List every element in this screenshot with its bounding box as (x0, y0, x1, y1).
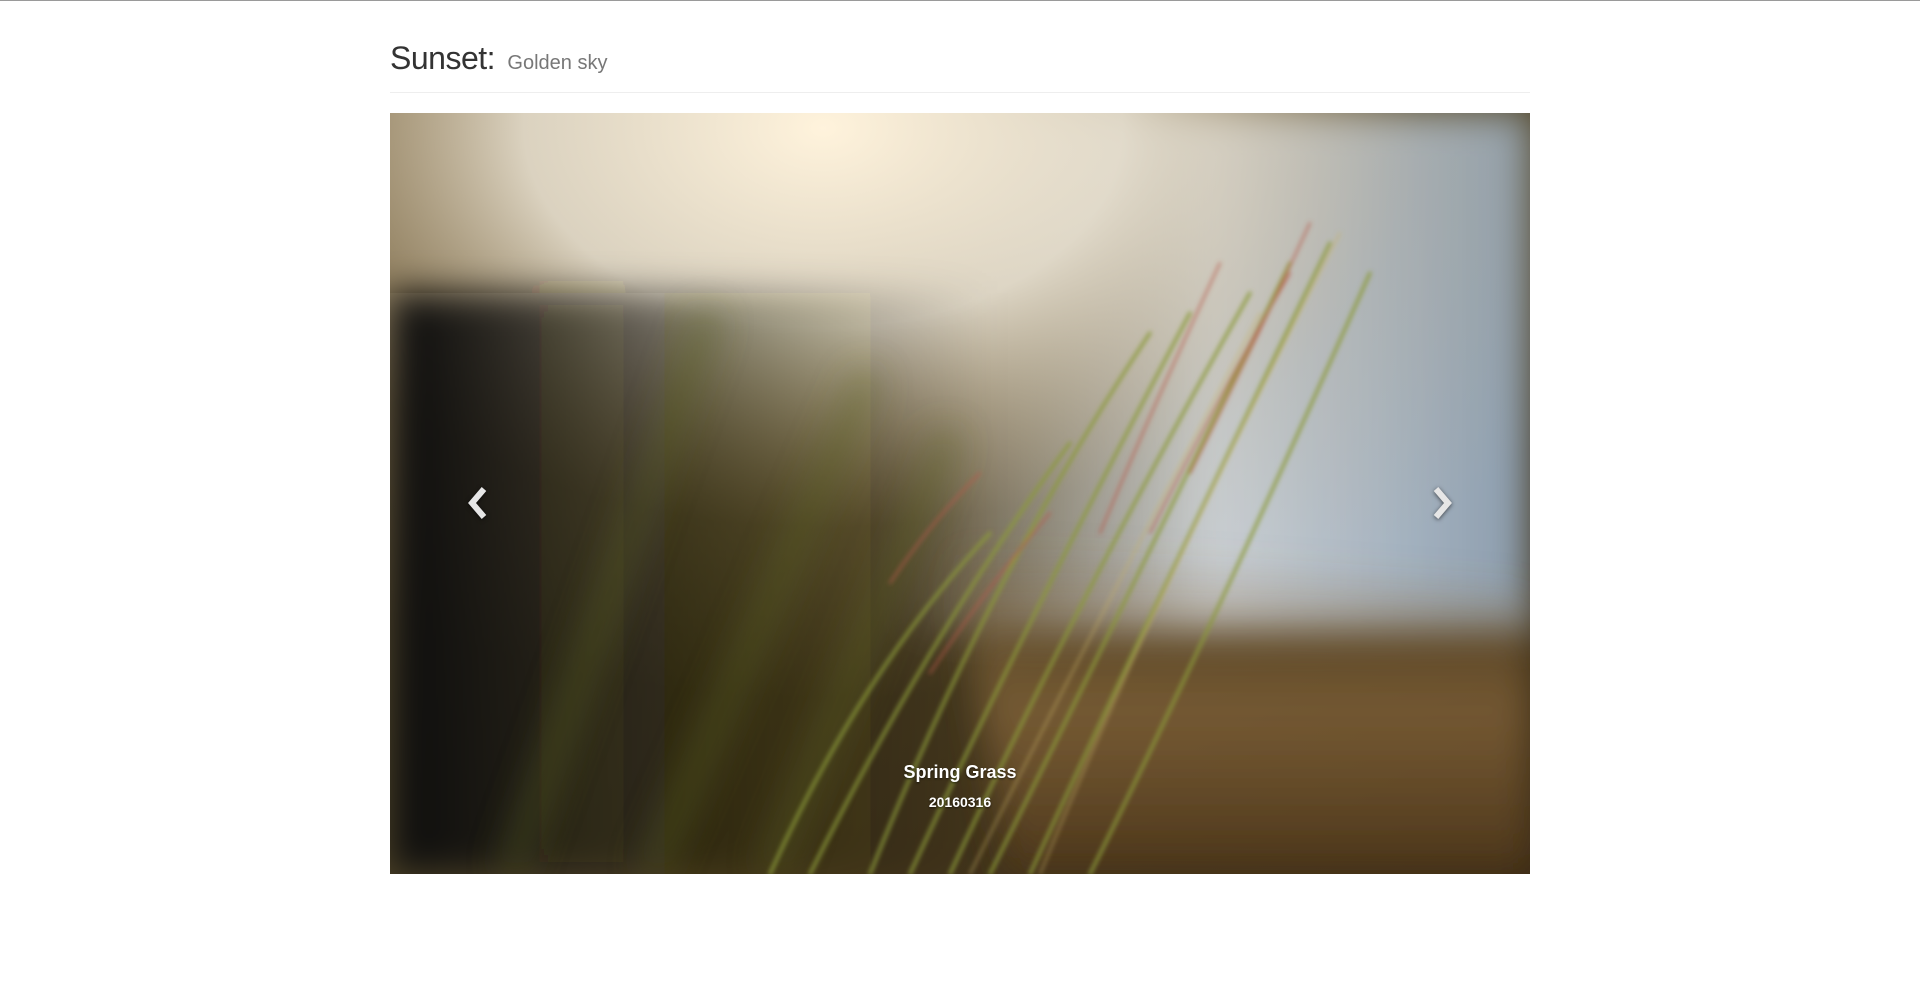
caption-date: 20160316 (928, 794, 992, 810)
page-title: Sunset: Golden sky (390, 40, 1530, 81)
page-container: Sunset: Golden sky Spring Grass 20160316 (390, 0, 1530, 874)
carousel-caption: Spring Grass 20160316 (390, 761, 1530, 811)
image-carousel: Spring Grass 20160316 (390, 113, 1530, 874)
slide-image (390, 113, 1530, 874)
page-title-text: Sunset: (390, 40, 496, 76)
caption-title: Spring Grass (903, 762, 1017, 782)
carousel-prev-button[interactable] (448, 463, 508, 543)
carousel-next-button[interactable] (1412, 463, 1472, 543)
chevron-right-icon (1433, 487, 1452, 519)
page-subtitle: Golden sky (507, 52, 608, 74)
chevron-left-icon (468, 487, 487, 519)
page-header: Sunset: Golden sky (390, 0, 1530, 93)
